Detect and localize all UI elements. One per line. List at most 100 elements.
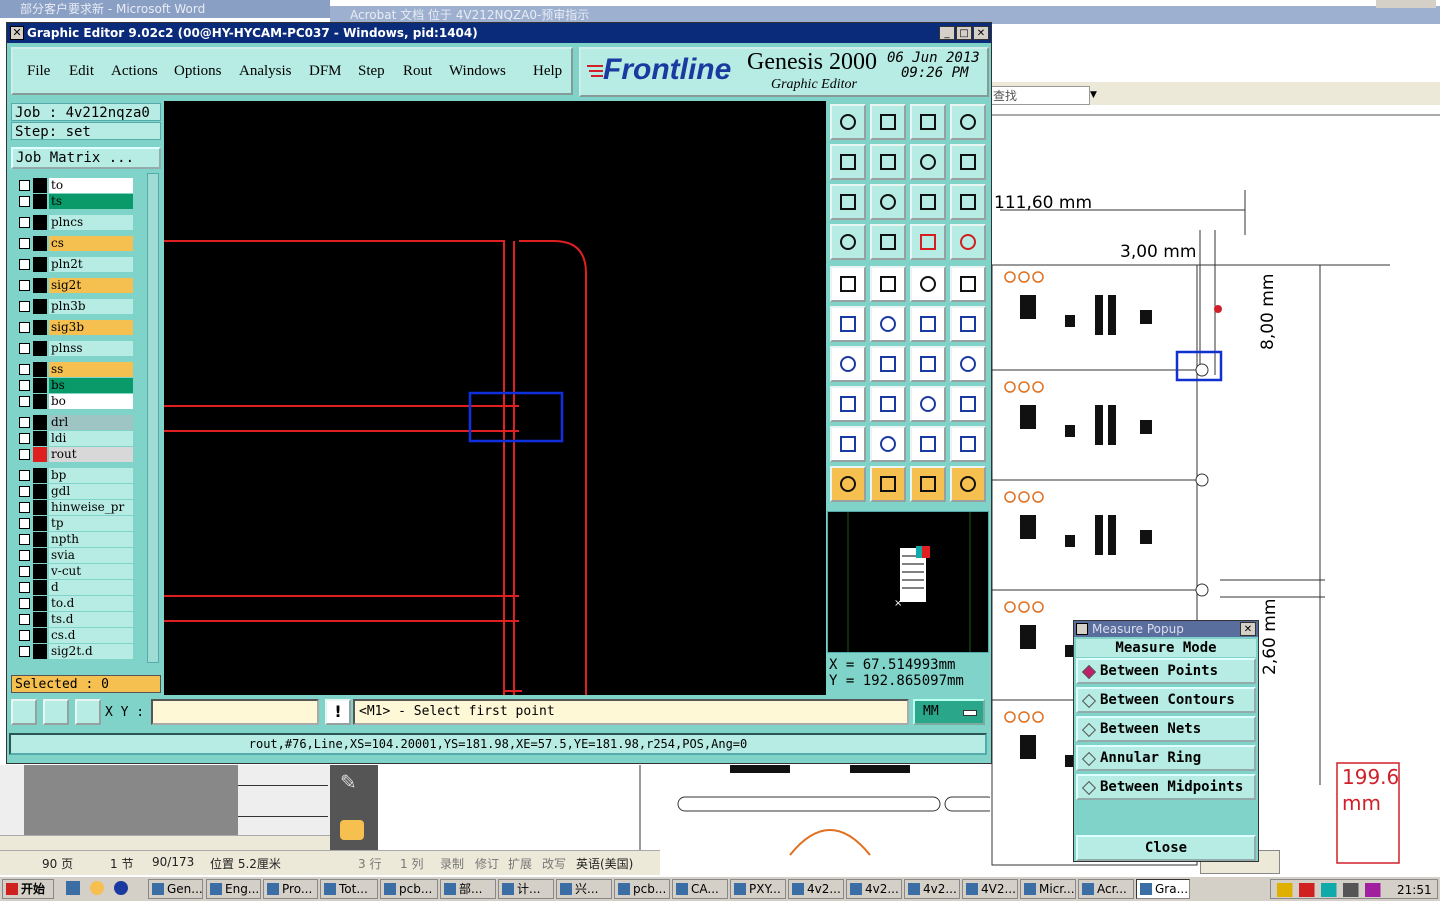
taskbar-task[interactable]: 4v2... <box>846 879 902 899</box>
genesis-title-bar[interactable]: Graphic Editor 9.02c2 (00@HY-HYCAM-PC037… <box>7 23 991 43</box>
layer-checkbox[interactable] <box>19 196 30 207</box>
pan-right-icon[interactable] <box>870 144 906 180</box>
layer-row-npth[interactable]: npth <box>15 532 135 547</box>
layer-checkbox[interactable] <box>19 486 30 497</box>
layer-row-rout[interactable]: rout <box>15 447 135 462</box>
layer-name[interactable]: to <box>49 178 133 193</box>
layer-checkbox[interactable] <box>19 364 30 375</box>
layer-color-swatch[interactable] <box>33 447 47 462</box>
layer-row-d[interactable]: d <box>15 580 135 595</box>
comment-icon[interactable] <box>340 820 364 840</box>
layer-row-bo[interactable]: bo <box>15 394 135 409</box>
layer-row-ss[interactable]: ss <box>15 362 135 377</box>
layer-row-gdl[interactable]: gdl <box>15 484 135 499</box>
word-view-buttons[interactable] <box>0 835 330 850</box>
desktop-icon[interactable] <box>66 881 80 895</box>
layer-name[interactable]: rout <box>49 447 133 462</box>
taskbar-task[interactable]: CA... <box>672 879 728 899</box>
layer-color-swatch[interactable] <box>33 548 47 563</box>
target-icon[interactable] <box>950 266 986 302</box>
menu-options[interactable]: Options <box>174 63 222 80</box>
pad-add-icon[interactable] <box>830 386 866 422</box>
layer-color-swatch[interactable] <box>33 394 47 409</box>
select-net-icon[interactable] <box>950 466 986 502</box>
layer-color-swatch[interactable] <box>33 341 47 356</box>
select-edge-icon[interactable] <box>910 466 946 502</box>
triangle-icon[interactable] <box>830 426 866 462</box>
option-between-contours[interactable]: Between Contours <box>1076 687 1256 713</box>
layer-name[interactable]: gdl <box>49 484 133 499</box>
layer-name[interactable]: sig3b <box>49 320 133 335</box>
layer-color-swatch[interactable] <box>33 178 47 193</box>
clock-app-icon[interactable] <box>90 881 104 895</box>
paperclip-icon[interactable]: ✎ <box>340 770 364 794</box>
layer-name[interactable]: d <box>49 580 133 595</box>
layer-name[interactable]: ts <box>49 194 133 209</box>
snap-icon[interactable] <box>11 699 37 725</box>
taskbar-task[interactable]: 4v2... <box>788 879 844 899</box>
menu-dfm[interactable]: DFM <box>309 63 342 80</box>
tray-icons[interactable] <box>1277 883 1387 897</box>
close-button[interactable]: ✕ <box>973 26 989 40</box>
measure-close-icon[interactable]: ✕ <box>1240 622 1256 636</box>
layer-name[interactable]: hinweise_pr <box>49 500 133 515</box>
layer-name[interactable]: pln3b <box>49 299 133 314</box>
layer-color-swatch[interactable] <box>33 320 47 335</box>
key-icon[interactable] <box>870 224 906 260</box>
layer-checkbox[interactable] <box>19 646 30 657</box>
layer-row-svia[interactable]: svia <box>15 548 135 563</box>
point-icon[interactable] <box>910 306 946 342</box>
layer-color-swatch[interactable] <box>33 431 47 446</box>
taskbar-task[interactable]: Gen... <box>148 879 203 899</box>
layer-checkbox[interactable] <box>19 380 30 391</box>
units-selector[interactable]: MM <box>913 699 985 725</box>
layer-name[interactable]: sig2t <box>49 278 133 293</box>
layer-row-plncs[interactable]: plncs <box>15 215 135 230</box>
layer-color-swatch[interactable] <box>33 500 47 515</box>
taskbar-task[interactable]: 兴... <box>556 879 612 899</box>
layer-name[interactable]: sig2t.d <box>49 644 133 659</box>
option-between-midpoints[interactable]: Between Midpoints <box>1076 774 1256 800</box>
grid-icon[interactable] <box>75 699 101 725</box>
layer-checkbox[interactable] <box>19 280 30 291</box>
start-button[interactable]: 开始 <box>2 879 54 899</box>
overview-map[interactable]: × <box>827 511 989 653</box>
layer-name[interactable]: bs <box>49 378 133 393</box>
taskbar-task[interactable]: Tot... <box>320 879 378 899</box>
ruler-icon[interactable] <box>910 266 946 302</box>
layer-checkbox[interactable] <box>19 614 30 625</box>
scale-icon[interactable] <box>910 184 946 220</box>
menu-analysis[interactable]: Analysis <box>239 63 292 80</box>
layer-checkbox[interactable] <box>19 343 30 354</box>
menu-edit[interactable]: Edit <box>69 63 94 80</box>
layer-row-sig2t[interactable]: sig2t <box>15 278 135 293</box>
alert-icon[interactable]: ! <box>325 699 351 725</box>
measure-popup-title[interactable]: Measure Popup <box>1074 621 1258 637</box>
menu-windows[interactable]: Windows <box>449 63 506 80</box>
line-red-icon[interactable] <box>870 346 906 382</box>
layer-color-swatch[interactable] <box>33 612 47 627</box>
open-icon[interactable] <box>830 104 866 140</box>
layer-checkbox[interactable] <box>19 598 30 609</box>
wheel-icon[interactable] <box>830 224 866 260</box>
taskbar-task[interactable]: pcb... <box>380 879 438 899</box>
layer-name[interactable]: cs <box>49 236 133 251</box>
layer-checkbox[interactable] <box>19 417 30 428</box>
option-between-nets[interactable]: Between Nets <box>1076 716 1256 742</box>
layer-checkbox[interactable] <box>19 433 30 444</box>
layer-color-swatch[interactable] <box>33 564 47 579</box>
layer-name[interactable]: plncs <box>49 215 133 230</box>
word-title-bar[interactable]: 部分客户要求新 - Microsoft Word <box>0 0 330 18</box>
drill-net-icon[interactable] <box>950 224 986 260</box>
layer-color-swatch[interactable] <box>33 278 47 293</box>
browser-icon[interactable] <box>114 881 128 895</box>
layer-name[interactable]: npth <box>49 532 133 547</box>
taskbar-task[interactable]: pcb... <box>614 879 670 899</box>
layer-list-scrollbar[interactable] <box>147 173 159 663</box>
layer-checkbox[interactable] <box>19 217 30 228</box>
layer-checkbox[interactable] <box>19 259 30 270</box>
option-annular-ring[interactable]: Annular Ring <box>1076 745 1256 771</box>
layer-color-swatch[interactable] <box>33 299 47 314</box>
pan-left-icon[interactable] <box>830 144 866 180</box>
layer-row-hinweise-pr[interactable]: hinweise_pr <box>15 500 135 515</box>
